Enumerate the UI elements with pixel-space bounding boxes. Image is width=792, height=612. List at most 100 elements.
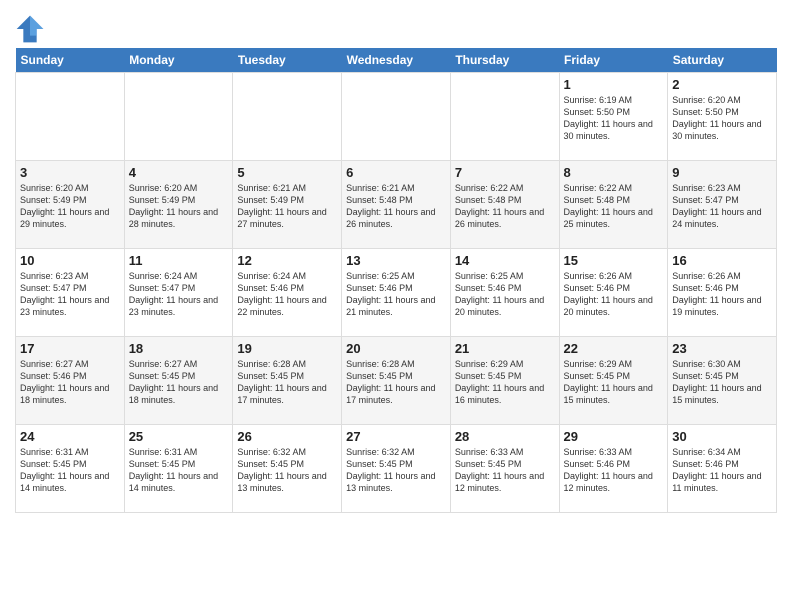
day-cell: 19 Sunrise: 6:28 AM Sunset: 5:45 PM Dayli… [233,337,342,425]
day-cell: 3 Sunrise: 6:20 AM Sunset: 5:49 PM Daylig… [16,161,125,249]
day-cell: 7Sunrise: 6:22 AM Sunset: 5:48 PM Daylig… [450,161,559,249]
day-cell [450,73,559,161]
week-row-3: 10 Sunrise: 6:23 AM Sunset: 5:47 PM Dayli… [16,249,777,337]
col-header-saturday: Saturday [668,48,777,73]
day-info: Sunrise: 6:31 AM Sunset: 5:45 PM Dayligh… [129,446,229,495]
calendar-table: SundayMondayTuesdayWednesdayThursdayFrid… [15,48,777,513]
day-info: Sunrise: 6:24 AM Sunset: 5:47 PM Dayligh… [129,270,229,319]
header-row [15,10,777,44]
day-cell: 1 Sunrise: 6:19 AM Sunset: 5:50 PM Daylig… [559,73,668,161]
day-cell: 24 Sunrise: 6:31 AM Sunset: 5:45 PM Dayli… [16,425,125,513]
day-cell: 25 Sunrise: 6:31 AM Sunset: 5:45 PM Dayli… [124,425,233,513]
day-number: 22 [564,341,664,356]
day-cell: 9 Sunrise: 6:23 AM Sunset: 5:47 PM Daylig… [668,161,777,249]
day-cell [16,73,125,161]
day-info: Sunrise: 6:31 AM Sunset: 5:45 PM Dayligh… [20,446,120,495]
day-info: Sunrise: 6:26 AM Sunset: 5:46 PM Dayligh… [672,270,772,319]
day-number: 26 [237,429,337,444]
day-cell: 2 Sunrise: 6:20 AM Sunset: 5:50 PM Daylig… [668,73,777,161]
day-cell: 27Sunrise: 6:32 AM Sunset: 5:45 PM Dayli… [342,425,451,513]
day-cell [124,73,233,161]
day-cell: 30Sunrise: 6:34 AM Sunset: 5:46 PM Dayli… [668,425,777,513]
col-header-friday: Friday [559,48,668,73]
week-row-5: 24 Sunrise: 6:31 AM Sunset: 5:45 PM Dayli… [16,425,777,513]
day-info: Sunrise: 6:20 AM Sunset: 5:49 PM Dayligh… [129,182,229,231]
day-number: 18 [129,341,229,356]
day-number: 15 [564,253,664,268]
day-number: 16 [672,253,772,268]
day-cell: 22 Sunrise: 6:29 AM Sunset: 5:45 PM Dayli… [559,337,668,425]
day-cell: 23 Sunrise: 6:30 AM Sunset: 5:45 PM Dayli… [668,337,777,425]
day-cell: 28Sunrise: 6:33 AM Sunset: 5:45 PM Dayli… [450,425,559,513]
day-number: 12 [237,253,337,268]
day-info: Sunrise: 6:25 AM Sunset: 5:46 PM Dayligh… [455,270,555,319]
day-number: 9 [672,165,772,180]
day-info: Sunrise: 6:20 AM Sunset: 5:50 PM Dayligh… [672,94,772,143]
day-number: 5 [237,165,337,180]
day-number: 20 [346,341,446,356]
day-info: Sunrise: 6:33 AM Sunset: 5:45 PM Dayligh… [455,446,555,495]
day-info: Sunrise: 6:29 AM Sunset: 5:45 PM Dayligh… [455,358,555,407]
day-cell: 5 Sunrise: 6:21 AM Sunset: 5:49 PM Daylig… [233,161,342,249]
day-cell: 10 Sunrise: 6:23 AM Sunset: 5:47 PM Dayli… [16,249,125,337]
day-info: Sunrise: 6:23 AM Sunset: 5:47 PM Dayligh… [672,182,772,231]
day-info: Sunrise: 6:21 AM Sunset: 5:48 PM Dayligh… [346,182,446,231]
day-info: Sunrise: 6:25 AM Sunset: 5:46 PM Dayligh… [346,270,446,319]
day-info: Sunrise: 6:32 AM Sunset: 5:45 PM Dayligh… [346,446,446,495]
day-info: Sunrise: 6:26 AM Sunset: 5:46 PM Dayligh… [564,270,664,319]
day-number: 6 [346,165,446,180]
week-row-1: 1 Sunrise: 6:19 AM Sunset: 5:50 PM Daylig… [16,73,777,161]
day-number: 25 [129,429,229,444]
day-cell: 8 Sunrise: 6:22 AM Sunset: 5:48 PM Daylig… [559,161,668,249]
logo-icon [15,14,45,44]
calendar-header-row: SundayMondayTuesdayWednesdayThursdayFrid… [16,48,777,73]
day-info: Sunrise: 6:29 AM Sunset: 5:45 PM Dayligh… [564,358,664,407]
col-header-tuesday: Tuesday [233,48,342,73]
day-cell: 21 Sunrise: 6:29 AM Sunset: 5:45 PM Dayli… [450,337,559,425]
day-number: 23 [672,341,772,356]
day-number: 19 [237,341,337,356]
day-cell: 17 Sunrise: 6:27 AM Sunset: 5:46 PM Dayli… [16,337,125,425]
day-info: Sunrise: 6:24 AM Sunset: 5:46 PM Dayligh… [237,270,337,319]
col-header-wednesday: Wednesday [342,48,451,73]
day-number: 8 [564,165,664,180]
col-header-sunday: Sunday [16,48,125,73]
day-number: 2 [672,77,772,92]
day-info: Sunrise: 6:21 AM Sunset: 5:49 PM Dayligh… [237,182,337,231]
day-info: Sunrise: 6:30 AM Sunset: 5:45 PM Dayligh… [672,358,772,407]
day-number: 7 [455,165,555,180]
day-info: Sunrise: 6:20 AM Sunset: 5:49 PM Dayligh… [20,182,120,231]
day-cell: 29Sunrise: 6:33 AM Sunset: 5:46 PM Dayli… [559,425,668,513]
day-number: 14 [455,253,555,268]
page-container: SundayMondayTuesdayWednesdayThursdayFrid… [0,0,792,518]
day-info: Sunrise: 6:22 AM Sunset: 5:48 PM Dayligh… [564,182,664,231]
day-info: Sunrise: 6:27 AM Sunset: 5:46 PM Dayligh… [20,358,120,407]
week-row-4: 17 Sunrise: 6:27 AM Sunset: 5:46 PM Dayli… [16,337,777,425]
day-number: 21 [455,341,555,356]
day-cell: 20 Sunrise: 6:28 AM Sunset: 5:45 PM Dayli… [342,337,451,425]
day-number: 17 [20,341,120,356]
col-header-monday: Monday [124,48,233,73]
day-number: 3 [20,165,120,180]
day-cell [342,73,451,161]
day-cell: 13Sunrise: 6:25 AM Sunset: 5:46 PM Dayli… [342,249,451,337]
day-cell: 6 Sunrise: 6:21 AM Sunset: 5:48 PM Daylig… [342,161,451,249]
day-cell: 16 Sunrise: 6:26 AM Sunset: 5:46 PM Dayli… [668,249,777,337]
day-number: 10 [20,253,120,268]
week-row-2: 3 Sunrise: 6:20 AM Sunset: 5:49 PM Daylig… [16,161,777,249]
day-cell: 26 Sunrise: 6:32 AM Sunset: 5:45 PM Dayli… [233,425,342,513]
day-number: 11 [129,253,229,268]
day-info: Sunrise: 6:28 AM Sunset: 5:45 PM Dayligh… [237,358,337,407]
day-info: Sunrise: 6:19 AM Sunset: 5:50 PM Dayligh… [564,94,664,143]
col-header-thursday: Thursday [450,48,559,73]
day-info: Sunrise: 6:28 AM Sunset: 5:45 PM Dayligh… [346,358,446,407]
day-info: Sunrise: 6:23 AM Sunset: 5:47 PM Dayligh… [20,270,120,319]
day-cell: 11 Sunrise: 6:24 AM Sunset: 5:47 PM Dayli… [124,249,233,337]
day-cell: 15 Sunrise: 6:26 AM Sunset: 5:46 PM Dayli… [559,249,668,337]
day-info: Sunrise: 6:34 AM Sunset: 5:46 PM Dayligh… [672,446,772,495]
day-info: Sunrise: 6:33 AM Sunset: 5:46 PM Dayligh… [564,446,664,495]
day-info: Sunrise: 6:32 AM Sunset: 5:45 PM Dayligh… [237,446,337,495]
day-number: 24 [20,429,120,444]
day-cell: 4Sunrise: 6:20 AM Sunset: 5:49 PM Daylig… [124,161,233,249]
day-number: 1 [564,77,664,92]
